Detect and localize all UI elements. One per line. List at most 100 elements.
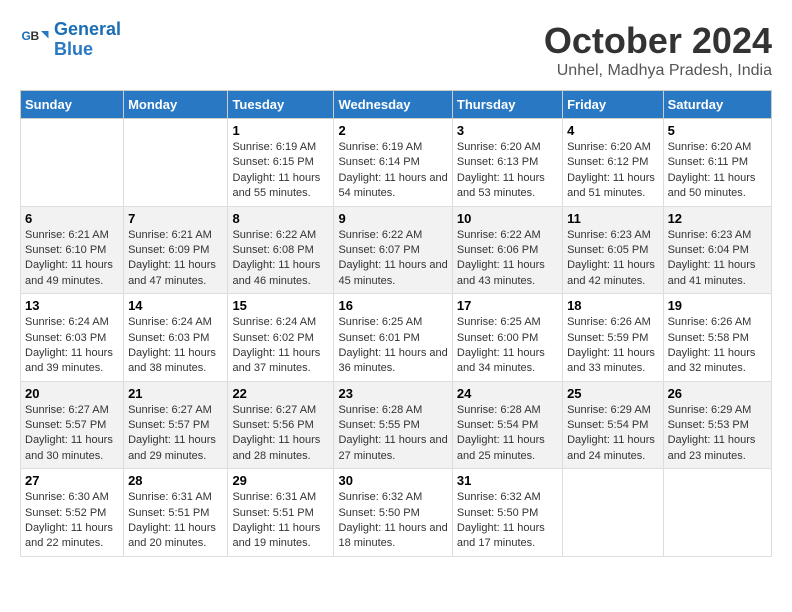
day-number: 17 <box>457 298 558 313</box>
calendar-cell: 6Sunrise: 6:21 AM Sunset: 6:10 PM Daylig… <box>21 206 124 294</box>
day-info: Sunrise: 6:30 AM Sunset: 5:52 PM Dayligh… <box>25 490 119 552</box>
weekday-header: Friday <box>563 91 664 119</box>
day-number: 4 <box>567 123 659 138</box>
day-number: 23 <box>338 386 447 401</box>
day-number: 9 <box>338 211 447 226</box>
day-number: 24 <box>457 386 558 401</box>
calendar-table: SundayMondayTuesdayWednesdayThursdayFrid… <box>20 90 772 557</box>
logo: G B General Blue <box>20 20 121 60</box>
calendar-cell: 17 Sunrise: 6:25 AM Sunset: 6:00 PM Dayli… <box>452 294 562 382</box>
calendar-cell: 20 Sunrise: 6:27 AM Sunset: 5:57 PM Dayli… <box>21 381 124 469</box>
calendar-cell: 2 Sunrise: 6:19 AM Sunset: 6:14 PM Daylig… <box>334 119 452 207</box>
calendar-cell: 27 Sunrise: 6:30 AM Sunset: 5:52 PM Dayli… <box>21 469 124 557</box>
calendar-cell <box>663 469 771 557</box>
calendar-cell: 9 Sunrise: 6:22 AM Sunset: 6:07 PM Daylig… <box>334 206 452 294</box>
calendar-week-row: 13 Sunrise: 6:24 AM Sunset: 6:03 PM Dayli… <box>21 294 772 382</box>
day-number: 7 <box>128 211 223 226</box>
calendar-cell: 19Sunrise: 6:26 AM Sunset: 5:58 PM Dayli… <box>663 294 771 382</box>
calendar-cell: 25 Sunrise: 6:29 AM Sunset: 5:54 PM Dayli… <box>563 381 664 469</box>
day-number: 31 <box>457 473 558 488</box>
day-number: 2 <box>338 123 447 138</box>
day-number: 13 <box>25 298 119 313</box>
day-number: 21 <box>128 386 223 401</box>
title-block: October 2024 Unhel, Madhya Pradesh, Indi… <box>544 20 772 80</box>
day-number: 16 <box>338 298 447 313</box>
calendar-cell: 14Sunrise: 6:24 AM Sunset: 6:03 PM Dayli… <box>124 294 228 382</box>
day-info: Sunrise: 6:22 AM Sunset: 6:06 PM Dayligh… <box>457 228 558 290</box>
day-number: 18 <box>567 298 659 313</box>
calendar-week-row: 27 Sunrise: 6:30 AM Sunset: 5:52 PM Dayli… <box>21 469 772 557</box>
weekday-header: Monday <box>124 91 228 119</box>
day-info: Sunrise: 6:20 AM Sunset: 6:12 PM Dayligh… <box>567 140 659 202</box>
calendar-cell: 4 Sunrise: 6:20 AM Sunset: 6:12 PM Daylig… <box>563 119 664 207</box>
calendar-header: SundayMondayTuesdayWednesdayThursdayFrid… <box>21 91 772 119</box>
day-info: Sunrise: 6:23 AM Sunset: 6:05 PM Dayligh… <box>567 228 659 290</box>
calendar-cell: 26 Sunrise: 6:29 AM Sunset: 5:53 PM Dayli… <box>663 381 771 469</box>
day-info: Sunrise: 6:27 AM Sunset: 5:57 PM Dayligh… <box>25 403 119 465</box>
weekday-row: SundayMondayTuesdayWednesdayThursdayFrid… <box>21 91 772 119</box>
calendar-week-row: 20 Sunrise: 6:27 AM Sunset: 5:57 PM Dayli… <box>21 381 772 469</box>
logo-icon: G B <box>20 25 50 55</box>
day-number: 26 <box>668 386 767 401</box>
day-info: Sunrise: 6:22 AM Sunset: 6:08 PM Dayligh… <box>232 228 329 290</box>
calendar-cell: 10 Sunrise: 6:22 AM Sunset: 6:06 PM Dayli… <box>452 206 562 294</box>
day-number: 27 <box>25 473 119 488</box>
calendar-cell <box>21 119 124 207</box>
calendar-cell: 15 Sunrise: 6:24 AM Sunset: 6:02 PM Dayli… <box>228 294 334 382</box>
day-info: Sunrise: 6:22 AM Sunset: 6:07 PM Dayligh… <box>338 228 447 290</box>
svg-text:G: G <box>22 29 31 43</box>
location: Unhel, Madhya Pradesh, India <box>544 62 772 80</box>
weekday-header: Tuesday <box>228 91 334 119</box>
calendar-cell: 28 Sunrise: 6:31 AM Sunset: 5:51 PM Dayli… <box>124 469 228 557</box>
day-info: Sunrise: 6:27 AM Sunset: 5:56 PM Dayligh… <box>232 403 329 465</box>
day-number: 6 <box>25 211 119 226</box>
day-info: Sunrise: 6:28 AM Sunset: 5:55 PM Dayligh… <box>338 403 447 465</box>
logo-blue: Blue <box>54 39 93 59</box>
day-info: Sunrise: 6:29 AM Sunset: 5:53 PM Dayligh… <box>668 403 767 465</box>
calendar-cell: 13 Sunrise: 6:24 AM Sunset: 6:03 PM Dayli… <box>21 294 124 382</box>
day-info: Sunrise: 6:24 AM Sunset: 6:02 PM Dayligh… <box>232 315 329 377</box>
day-info: Sunrise: 6:19 AM Sunset: 6:15 PM Dayligh… <box>232 140 329 202</box>
day-number: 22 <box>232 386 329 401</box>
day-info: Sunrise: 6:26 AM Sunset: 5:58 PM Dayligh… <box>668 315 767 377</box>
day-info: Sunrise: 6:24 AM Sunset: 6:03 PM Dayligh… <box>128 315 223 377</box>
calendar-cell <box>563 469 664 557</box>
weekday-header: Saturday <box>663 91 771 119</box>
day-info: Sunrise: 6:24 AM Sunset: 6:03 PM Dayligh… <box>25 315 119 377</box>
calendar-cell: 29Sunrise: 6:31 AM Sunset: 5:51 PM Dayli… <box>228 469 334 557</box>
calendar-body: 1Sunrise: 6:19 AM Sunset: 6:15 PM Daylig… <box>21 119 772 557</box>
calendar-cell: 11 Sunrise: 6:23 AM Sunset: 6:05 PM Dayli… <box>563 206 664 294</box>
calendar-cell: 30Sunrise: 6:32 AM Sunset: 5:50 PM Dayli… <box>334 469 452 557</box>
calendar-cell: 7 Sunrise: 6:21 AM Sunset: 6:09 PM Daylig… <box>124 206 228 294</box>
weekday-header: Sunday <box>21 91 124 119</box>
day-info: Sunrise: 6:25 AM Sunset: 6:00 PM Dayligh… <box>457 315 558 377</box>
calendar-week-row: 6Sunrise: 6:21 AM Sunset: 6:10 PM Daylig… <box>21 206 772 294</box>
calendar-cell: 5Sunrise: 6:20 AM Sunset: 6:11 PM Daylig… <box>663 119 771 207</box>
day-number: 28 <box>128 473 223 488</box>
day-number: 25 <box>567 386 659 401</box>
day-info: Sunrise: 6:19 AM Sunset: 6:14 PM Dayligh… <box>338 140 447 202</box>
day-info: Sunrise: 6:26 AM Sunset: 5:59 PM Dayligh… <box>567 315 659 377</box>
calendar-cell: 1Sunrise: 6:19 AM Sunset: 6:15 PM Daylig… <box>228 119 334 207</box>
calendar-cell: 12Sunrise: 6:23 AM Sunset: 6:04 PM Dayli… <box>663 206 771 294</box>
page-header: G B General Blue October 2024 Unhel, Mad… <box>20 20 772 80</box>
day-info: Sunrise: 6:25 AM Sunset: 6:01 PM Dayligh… <box>338 315 447 377</box>
day-number: 20 <box>25 386 119 401</box>
day-number: 29 <box>232 473 329 488</box>
day-number: 10 <box>457 211 558 226</box>
day-number: 15 <box>232 298 329 313</box>
day-info: Sunrise: 6:31 AM Sunset: 5:51 PM Dayligh… <box>128 490 223 552</box>
day-number: 3 <box>457 123 558 138</box>
day-number: 11 <box>567 211 659 226</box>
day-number: 12 <box>668 211 767 226</box>
day-info: Sunrise: 6:21 AM Sunset: 6:09 PM Dayligh… <box>128 228 223 290</box>
calendar-cell: 23 Sunrise: 6:28 AM Sunset: 5:55 PM Dayli… <box>334 381 452 469</box>
day-info: Sunrise: 6:20 AM Sunset: 6:13 PM Dayligh… <box>457 140 558 202</box>
day-info: Sunrise: 6:29 AM Sunset: 5:54 PM Dayligh… <box>567 403 659 465</box>
day-info: Sunrise: 6:28 AM Sunset: 5:54 PM Dayligh… <box>457 403 558 465</box>
calendar-cell: 18 Sunrise: 6:26 AM Sunset: 5:59 PM Dayli… <box>563 294 664 382</box>
calendar-cell: 21Sunrise: 6:27 AM Sunset: 5:57 PM Dayli… <box>124 381 228 469</box>
calendar-cell: 3 Sunrise: 6:20 AM Sunset: 6:13 PM Daylig… <box>452 119 562 207</box>
day-number: 8 <box>232 211 329 226</box>
logo-general: General <box>54 19 121 39</box>
